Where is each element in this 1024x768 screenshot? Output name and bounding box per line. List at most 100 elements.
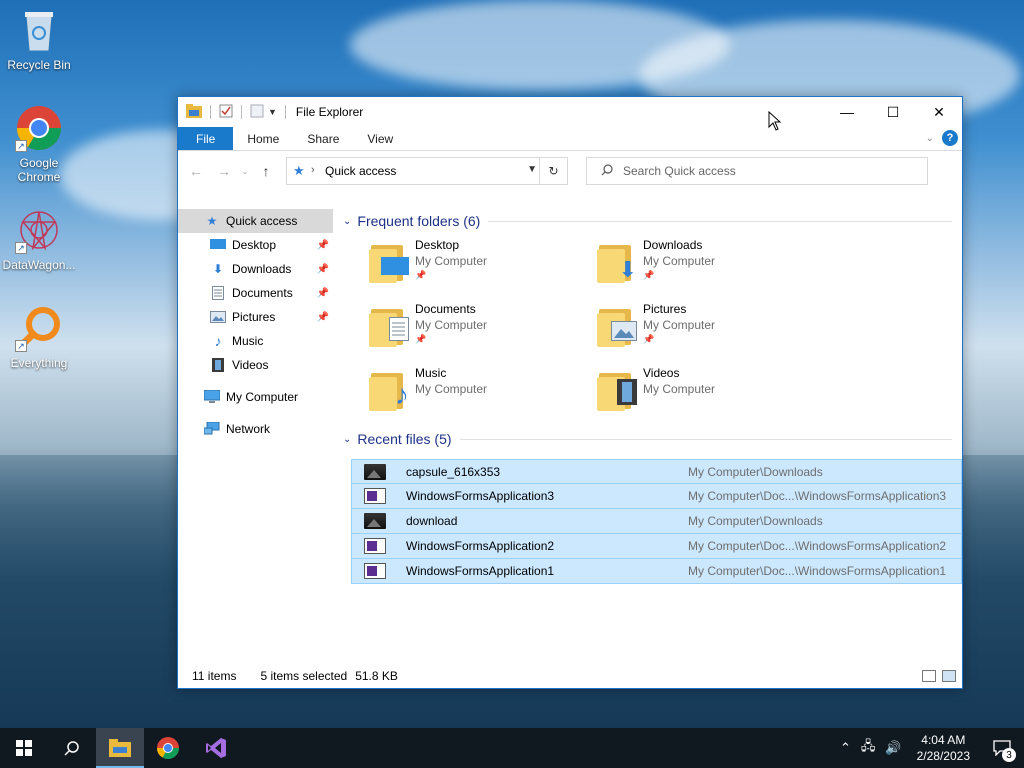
nav-item-my-computer[interactable]: My Computer xyxy=(178,385,333,409)
frequent-folders-header[interactable]: ⌄ Frequent folders (6) xyxy=(343,209,962,233)
nav-item-network[interactable]: Network xyxy=(178,417,333,441)
recent-file-row[interactable]: WindowsFormsApplication3 My Computer\Doc… xyxy=(351,484,962,509)
music-overlay-icon: ♪ xyxy=(395,379,409,410)
action-center-button[interactable]: 3 xyxy=(980,728,1024,768)
nav-item-music[interactable]: ♪ Music xyxy=(178,329,333,353)
collapse-chevron-icon[interactable]: ⌄ xyxy=(343,434,351,445)
visual-studio-solution-icon xyxy=(364,538,386,554)
large-icons-view-icon[interactable] xyxy=(942,670,956,682)
file-name: WindowsFormsApplication1 xyxy=(406,564,555,578)
nav-item-label: Downloads xyxy=(232,262,292,276)
taskbar-visual-studio[interactable] xyxy=(192,728,240,768)
details-view-icon[interactable] xyxy=(922,670,936,682)
folder-location: My Computer xyxy=(415,318,488,332)
taskbar-search-button[interactable] xyxy=(48,728,96,768)
ribbon-right-controls: ⌄ ? xyxy=(926,130,958,146)
network-icon xyxy=(204,421,220,437)
minimize-button[interactable]: — xyxy=(824,97,870,127)
forward-button[interactable]: → xyxy=(212,159,236,183)
nav-item-downloads[interactable]: ⬇ Downloads 📌 xyxy=(178,257,333,281)
file-name: capsule_616x353 xyxy=(406,464,501,479)
desktop-icon-datawagon[interactable]: ↗ DataWagon... xyxy=(0,206,78,272)
back-button[interactable]: ← xyxy=(184,159,208,183)
clock[interactable]: 4:04 AM 2/28/2023 xyxy=(907,732,980,764)
start-button[interactable] xyxy=(0,728,48,768)
recent-file-row[interactable]: download My Computer\Downloads xyxy=(351,509,962,534)
desktop-icon-chrome[interactable]: ↗ Google Chrome xyxy=(0,104,78,184)
recent-file-row[interactable]: capsule_616x353 My Computer\Downloads xyxy=(351,459,962,484)
breadcrumb-chevron-icon[interactable]: › xyxy=(311,164,315,176)
address-dropdown-icon[interactable]: ▼ xyxy=(527,164,537,175)
new-folder-icon[interactable] xyxy=(250,104,264,121)
folder-name: Downloads xyxy=(643,238,703,252)
videos-icon xyxy=(210,357,226,373)
file-path: My Computer\Doc...\WindowsFormsApplicati… xyxy=(688,489,947,503)
nav-item-quick-access[interactable]: ★ Quick access xyxy=(178,209,333,233)
desktop-icon-everything[interactable]: ↗ Everything xyxy=(0,304,78,370)
nav-item-label: My Computer xyxy=(226,390,299,404)
taskbar-file-explorer[interactable] xyxy=(96,728,144,768)
recent-locations-button[interactable]: ⌄ xyxy=(240,159,250,183)
divider xyxy=(284,105,286,119)
address-bar[interactable]: ★ › Quick access ▼ ↻ xyxy=(286,157,568,185)
folder-tile-desktop[interactable]: Desktop My Computer 📌 xyxy=(369,237,597,301)
tab-view[interactable]: View xyxy=(353,127,407,150)
collapse-chevron-icon[interactable]: ⌄ xyxy=(343,216,351,227)
shortcut-arrow-icon: ↗ xyxy=(15,242,27,254)
folder-location: My Computer xyxy=(643,382,716,396)
nav-item-desktop[interactable]: Desktop 📌 xyxy=(178,233,333,257)
file-name: download xyxy=(406,514,458,528)
folder-tile-videos[interactable]: Videos My Computer xyxy=(597,365,825,429)
nav-item-label: Network xyxy=(226,422,271,436)
volume-icon[interactable]: 🔊 xyxy=(880,740,906,756)
customize-toolbar-dropdown-icon[interactable]: ▼ xyxy=(268,107,277,117)
nav-item-pictures[interactable]: Pictures 📌 xyxy=(178,305,333,329)
folder-tile-documents[interactable]: Documents My Computer 📌 xyxy=(369,301,597,365)
search-box[interactable] xyxy=(586,157,928,185)
folder-icon xyxy=(597,303,637,349)
network-status-icon[interactable]: 🖧 xyxy=(856,737,881,759)
help-button[interactable]: ? xyxy=(942,130,958,146)
desktop-icon xyxy=(210,237,226,253)
maximize-button[interactable]: ☐ xyxy=(870,97,916,127)
tab-home[interactable]: Home xyxy=(233,127,293,150)
visual-studio-solution-icon xyxy=(364,488,386,504)
search-input[interactable] xyxy=(623,164,903,178)
computer-icon xyxy=(204,389,220,405)
up-button[interactable]: ↑ xyxy=(254,159,278,183)
search-icon xyxy=(601,163,613,179)
file-name: WindowsFormsApplication3 xyxy=(406,489,555,503)
title-bar[interactable]: ▼ File Explorer — ☐ ✕ xyxy=(178,97,962,127)
pin-icon: 📌 xyxy=(316,287,329,299)
folder-name: Music xyxy=(415,366,447,380)
file-explorer-window: ▼ File Explorer — ☐ ✕ File Home Share Vi… xyxy=(177,96,963,689)
expand-ribbon-icon[interactable]: ⌄ xyxy=(926,133,934,144)
music-icon: ♪ xyxy=(214,333,222,349)
pin-icon: 📌 xyxy=(415,270,427,280)
nav-item-documents[interactable]: Documents 📌 xyxy=(178,281,333,305)
explorer-body: ★ Quick access Desktop 📌 ⬇ Downloads 📌 D… xyxy=(178,207,962,664)
folder-tile-music[interactable]: ♪ Music My Computer xyxy=(369,365,597,429)
tab-file[interactable]: File xyxy=(178,127,234,150)
properties-icon[interactable] xyxy=(219,104,233,121)
window-title: File Explorer xyxy=(295,105,364,119)
close-button[interactable]: ✕ xyxy=(916,97,962,127)
desktop-icon-recycle-bin[interactable]: Recycle Bin xyxy=(0,6,78,72)
chrome-icon xyxy=(157,737,179,759)
taskbar-chrome[interactable] xyxy=(144,728,192,768)
notification-count-badge: 3 xyxy=(1002,748,1016,762)
tab-share[interactable]: Share xyxy=(293,127,353,150)
image-file-icon xyxy=(364,463,386,480)
recent-file-row[interactable]: WindowsFormsApplication2 My Computer\Doc… xyxy=(351,534,962,559)
folder-icon xyxy=(597,367,637,413)
folder-tile-pictures[interactable]: Pictures My Computer 📌 xyxy=(597,301,825,365)
breadcrumb-quick-access[interactable]: Quick access xyxy=(325,164,396,178)
recent-files-header[interactable]: ⌄ Recent files (5) xyxy=(343,427,962,451)
nav-item-videos[interactable]: Videos xyxy=(178,353,333,377)
folder-tile-downloads[interactable]: ⬇ Downloads My Computer 📌 xyxy=(597,237,825,301)
refresh-button[interactable]: ↻ xyxy=(539,158,567,184)
nav-item-label: Music xyxy=(232,334,264,348)
recent-file-row[interactable]: WindowsFormsApplication1 My Computer\Doc… xyxy=(351,559,962,584)
show-hidden-icons-chevron-icon[interactable]: ⌃ xyxy=(835,740,856,756)
file-name: WindowsFormsApplication2 xyxy=(406,539,555,553)
